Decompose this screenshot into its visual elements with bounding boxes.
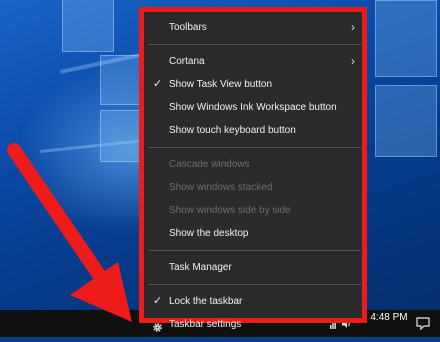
chevron-right-icon: › <box>351 20 355 34</box>
menu-item-label: Show touch keyboard button <box>169 125 296 136</box>
menu-separator <box>149 284 361 285</box>
menu-item-label: Show Task View button <box>169 79 273 90</box>
menu-item-task-manager[interactable]: Task Manager <box>149 256 361 279</box>
menu-item-windows-side-by-side: Show windows side by side <box>149 199 361 222</box>
menu-item-label: Lock the taskbar <box>169 296 243 307</box>
menu-item-show-touch-keyboard[interactable]: Show touch keyboard button <box>149 119 361 142</box>
menu-item-show-task-view[interactable]: ✓ Show Task View button <box>149 73 361 96</box>
menu-item-label: Toolbars <box>169 22 207 33</box>
menu-item-lock-taskbar[interactable]: ✓ Lock the taskbar <box>149 290 361 313</box>
menu-separator <box>149 44 361 45</box>
menu-item-label: Taskbar settings <box>169 319 242 330</box>
menu-item-show-desktop[interactable]: Show the desktop <box>149 222 361 245</box>
menu-item-label: Show Windows Ink Workspace button <box>169 102 337 113</box>
chevron-right-icon: › <box>351 54 355 68</box>
menu-item-label: Show windows stacked <box>169 182 273 193</box>
menu-separator <box>149 147 361 148</box>
menu-item-cortana[interactable]: Cortana › <box>149 50 361 73</box>
menu-item-label: Show windows side by side <box>169 205 291 216</box>
menu-item-cascade-windows: Cascade windows <box>149 153 361 176</box>
menu-item-label: Task Manager <box>169 262 232 273</box>
menu-item-toolbars[interactable]: Toolbars › <box>149 16 361 39</box>
menu-item-label: Cortana <box>169 56 205 67</box>
checkmark-icon: ✓ <box>153 295 163 307</box>
gear-icon <box>152 319 163 332</box>
checkmark-icon: ✓ <box>153 78 163 90</box>
menu-item-label: Show the desktop <box>169 228 249 239</box>
taskbar-context-menu: Toolbars › Cortana › ✓ Show Task View bu… <box>149 16 361 336</box>
menu-item-show-ink-workspace[interactable]: Show Windows Ink Workspace button <box>149 96 361 119</box>
menu-separator <box>149 250 361 251</box>
menu-item-windows-stacked: Show windows stacked <box>149 176 361 199</box>
menu-item-label: Cascade windows <box>169 159 250 170</box>
menu-item-taskbar-settings[interactable]: Taskbar settings <box>149 313 361 336</box>
